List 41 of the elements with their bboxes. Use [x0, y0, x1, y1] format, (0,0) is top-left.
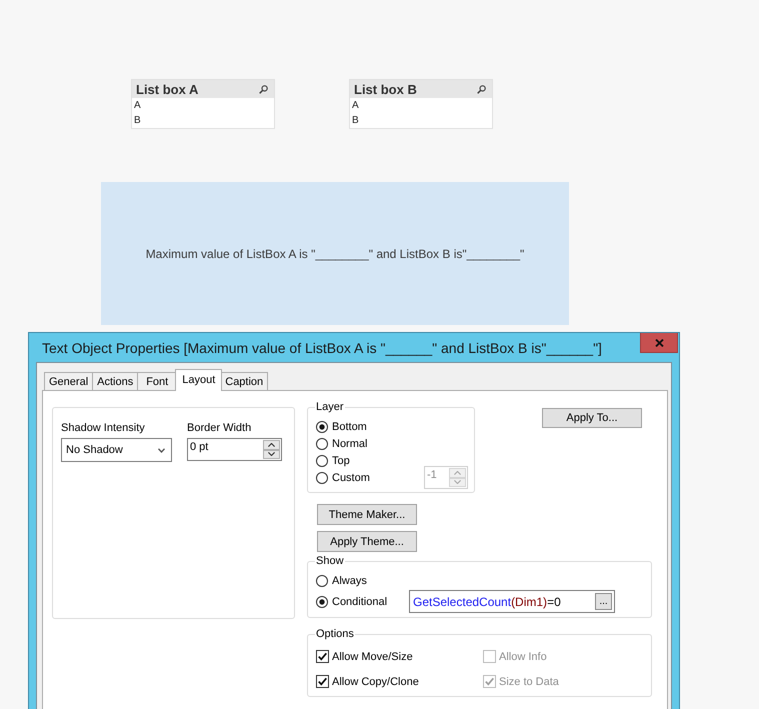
list-box-title: List box A	[136, 82, 200, 96]
caret-up-icon	[268, 442, 275, 447]
expression-field[interactable]: GetSelectedCount(Dim1)=0 ...	[409, 590, 615, 613]
group-legend: Options	[315, 628, 355, 641]
group-legend: Layer	[315, 401, 345, 414]
close-button[interactable]	[640, 333, 678, 353]
radio-option[interactable]: Always	[316, 572, 367, 589]
tab[interactable]: Caption	[220, 372, 268, 390]
chevron-down-icon	[158, 448, 165, 452]
radio-option[interactable]: Normal	[316, 435, 368, 452]
list-box-title: List box B	[354, 82, 418, 96]
dialog-title: Text Object Properties [Maximum value of ListBox A is "______" and ListBox B is"______"]	[42, 340, 602, 356]
caret-down-icon	[268, 452, 275, 456]
checkbox-option[interactable]: Allow Move/Size	[316, 648, 413, 665]
list-item[interactable]: B	[132, 113, 274, 128]
caret-down-icon	[454, 480, 461, 484]
spin-up-button[interactable]	[263, 440, 280, 450]
list-item[interactable]: B	[350, 113, 492, 128]
list-item[interactable]: A	[132, 98, 274, 113]
theme-maker-button[interactable]: Theme Maker...	[317, 504, 417, 525]
tab[interactable]: Layout	[175, 369, 222, 391]
dropdown[interactable]: No Shadow	[61, 438, 172, 462]
apply-theme-button[interactable]: Apply Theme...	[317, 531, 417, 552]
radio-option[interactable]: Custom	[316, 469, 370, 486]
spin-field[interactable]: 0 pt	[187, 438, 282, 461]
search-icon[interactable]	[477, 84, 486, 94]
tab[interactable]: General	[44, 372, 94, 390]
close-icon	[654, 338, 664, 346]
field-label: Shadow Intensity	[61, 421, 146, 435]
radio-option[interactable]: Conditional	[316, 593, 388, 610]
apply-to-button[interactable]: Apply To...	[542, 408, 642, 428]
radio-option[interactable]: Bottom	[316, 418, 367, 435]
text-object-text: Maximum value of ListBox A is "________" and ListBox B is"________"	[146, 246, 524, 260]
radio-option[interactable]: Top	[316, 452, 350, 469]
browse-button[interactable]: ...	[595, 593, 612, 610]
caret-up-icon	[454, 470, 461, 475]
group-legend: Show	[315, 555, 345, 568]
list-item[interactable]: A	[350, 98, 492, 113]
checkbox-option[interactable]: Allow Copy/Clone	[316, 673, 419, 690]
search-icon[interactable]	[259, 84, 268, 94]
field-label: Border Width	[187, 421, 252, 435]
